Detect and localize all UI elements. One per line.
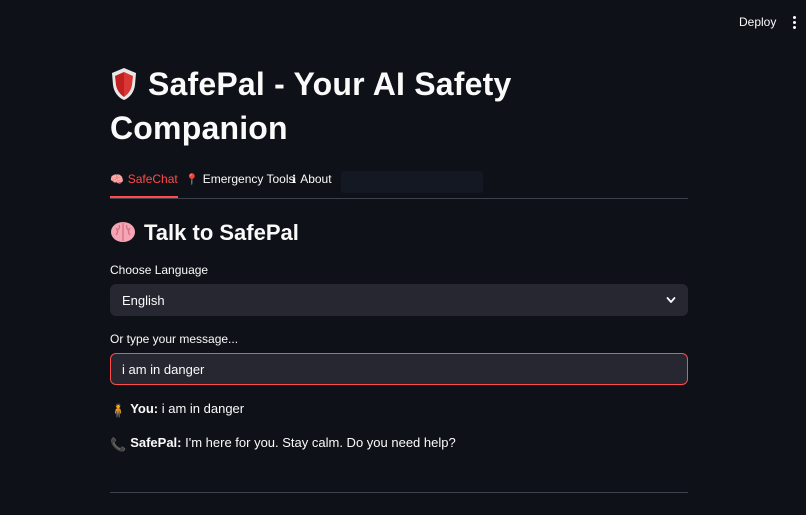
chat-message-user: 🧍 You: i am in danger — [110, 401, 244, 419]
message-input-wrapper — [110, 353, 688, 385]
message-label: Or type your message... — [110, 332, 239, 346]
language-label: Choose Language — [110, 263, 209, 277]
tab-bar: 🧠 SafeChat 📍 Emergency Tools ℹ About — [110, 165, 688, 199]
language-select[interactable]: English — [110, 284, 688, 316]
tab-label: SafeChat — [127, 172, 178, 186]
deploy-button[interactable]: Deploy — [729, 14, 786, 30]
section-heading: Talk to SafePal — [110, 218, 299, 248]
tab-placeholder — [341, 171, 483, 193]
language-select-value: English — [122, 292, 165, 308]
page-title-line2: Companion — [110, 110, 288, 146]
chat-text: I'm here for you. Stay calm. Do you need… — [185, 435, 456, 450]
brain-icon — [111, 222, 135, 242]
info-icon: ℹ — [292, 174, 297, 186]
chat-speaker: SafePal: — [130, 435, 182, 450]
tab-label: Emergency Tools — [202, 172, 295, 186]
section-heading-text: Talk to SafePal — [144, 220, 299, 245]
person-icon: 🧍 — [110, 403, 127, 418]
tab-about[interactable]: ℹ About — [292, 165, 332, 196]
main-content: SafePal - Your AI Safety Companion 🧠 Safe… — [110, 62, 688, 493]
phone-icon: 📞 — [110, 437, 127, 452]
shield-icon — [112, 68, 136, 100]
chat-speaker: You: — [130, 401, 159, 416]
tab-label: About — [300, 172, 332, 186]
page-title-line1: SafePal - Your AI Safety — [148, 66, 512, 102]
tab-emergency-tools[interactable]: 📍 Emergency Tools — [185, 165, 295, 196]
pushpin-icon: 📍 — [185, 174, 199, 186]
chat-text: i am in danger — [161, 401, 245, 416]
chat-message-bot: 📞 SafePal: I'm here for you. Stay calm. D… — [110, 435, 456, 453]
divider — [110, 492, 688, 493]
page-title: SafePal - Your AI Safety Companion — [110, 62, 688, 150]
tab-safechat[interactable]: 🧠 SafeChat — [110, 165, 178, 198]
brain-icon: 🧠 — [110, 174, 124, 186]
main-menu-icon[interactable] — [787, 13, 801, 31]
message-input[interactable] — [122, 361, 676, 377]
chevron-down-icon — [666, 297, 676, 303]
top-bar: Deploy — [0, 0, 806, 44]
